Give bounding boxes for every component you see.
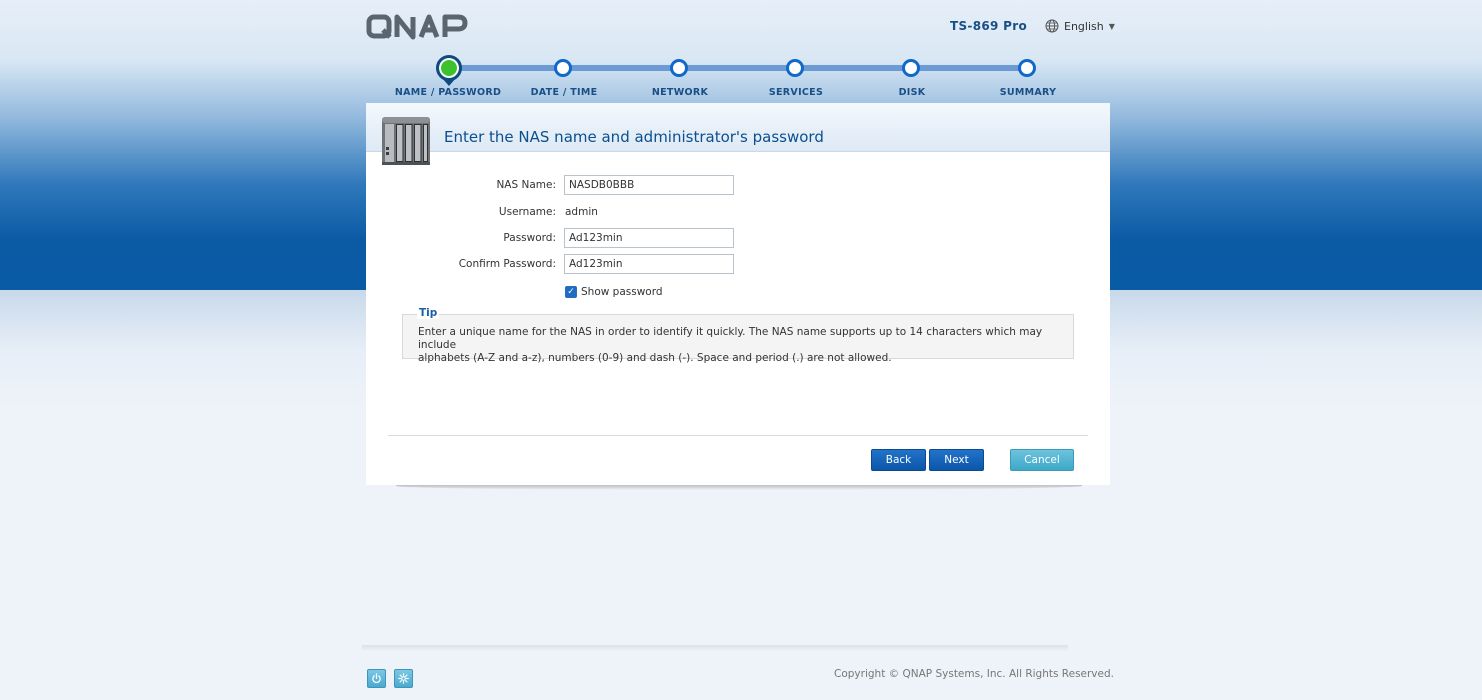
copyright-text: Copyright © QNAP Systems, Inc. All Right…: [834, 668, 1114, 680]
tip-title: Tip: [417, 307, 440, 319]
nas-device-icon: [382, 117, 430, 165]
step-label-network: NETWORK: [651, 87, 709, 98]
show-password-option[interactable]: ✓ Show password: [565, 286, 663, 298]
cancel-button[interactable]: Cancel: [1010, 449, 1074, 471]
nas-name-input[interactable]: [564, 175, 734, 195]
nas-name-row: NAS Name:: [366, 175, 1110, 197]
qnap-logo: [366, 14, 468, 40]
settings-button[interactable]: [394, 669, 413, 688]
power-icon: [372, 673, 381, 684]
confirm-password-input[interactable]: [564, 254, 734, 274]
username-row: Username: admin: [366, 202, 1110, 224]
password-row: Password:: [366, 228, 1110, 250]
steps-track: [448, 65, 1028, 71]
chevron-down-icon: ▼: [1108, 21, 1115, 31]
confirm-password-row: Confirm Password:: [366, 254, 1110, 276]
step-label-date-time: DATE / TIME: [530, 87, 598, 98]
password-label: Password:: [503, 232, 556, 244]
page-title: Enter the NAS name and administrator's p…: [444, 128, 824, 146]
password-input[interactable]: [564, 228, 734, 248]
nas-name-label: NAS Name:: [496, 179, 556, 191]
step-label-name-password: NAME / PASSWORD: [394, 87, 502, 98]
step-label-disk: DISK: [898, 87, 926, 98]
wizard-steps: NAME / PASSWORD DATE / TIME NETWORK SERV…: [380, 50, 1080, 100]
wizard-panel: Enter the NAS name and administrator's p…: [366, 103, 1110, 485]
model-name: TS-869 Pro: [950, 19, 1027, 33]
footer-divider: [362, 645, 1068, 651]
step-marker-date-time: [554, 59, 572, 77]
show-password-checkbox[interactable]: ✓: [565, 286, 577, 298]
step-marker-services: [786, 59, 804, 77]
username-label: Username:: [498, 206, 556, 218]
back-button[interactable]: Back: [871, 449, 926, 471]
step-label-summary: SUMMARY: [999, 87, 1057, 98]
language-selector[interactable]: English ▼: [1045, 19, 1115, 33]
step-marker-disk: [902, 59, 920, 77]
username-value: admin: [565, 206, 598, 218]
panel-header: Enter the NAS name and administrator's p…: [366, 103, 1110, 152]
power-button[interactable]: [367, 669, 386, 688]
step-marker-network: [670, 59, 688, 77]
globe-icon: [1045, 19, 1059, 33]
tip-box: Tip Enter a unique name for the NAS in o…: [402, 307, 1074, 364]
step-pin: [442, 78, 456, 86]
step-label-services: SERVICES: [768, 87, 824, 98]
show-password-label: Show password: [581, 286, 663, 298]
next-button[interactable]: Next: [929, 449, 984, 471]
tip-line-2: alphabets (A-Z and a-z), numbers (0-9) a…: [418, 352, 892, 364]
confirm-password-label: Confirm Password:: [458, 258, 556, 270]
step-marker-summary: [1018, 59, 1036, 77]
divider: [388, 435, 1088, 436]
gear-icon: [398, 673, 409, 684]
tip-line-1: Enter a unique name for the NAS in order…: [418, 326, 1043, 351]
language-label: English: [1064, 19, 1104, 33]
